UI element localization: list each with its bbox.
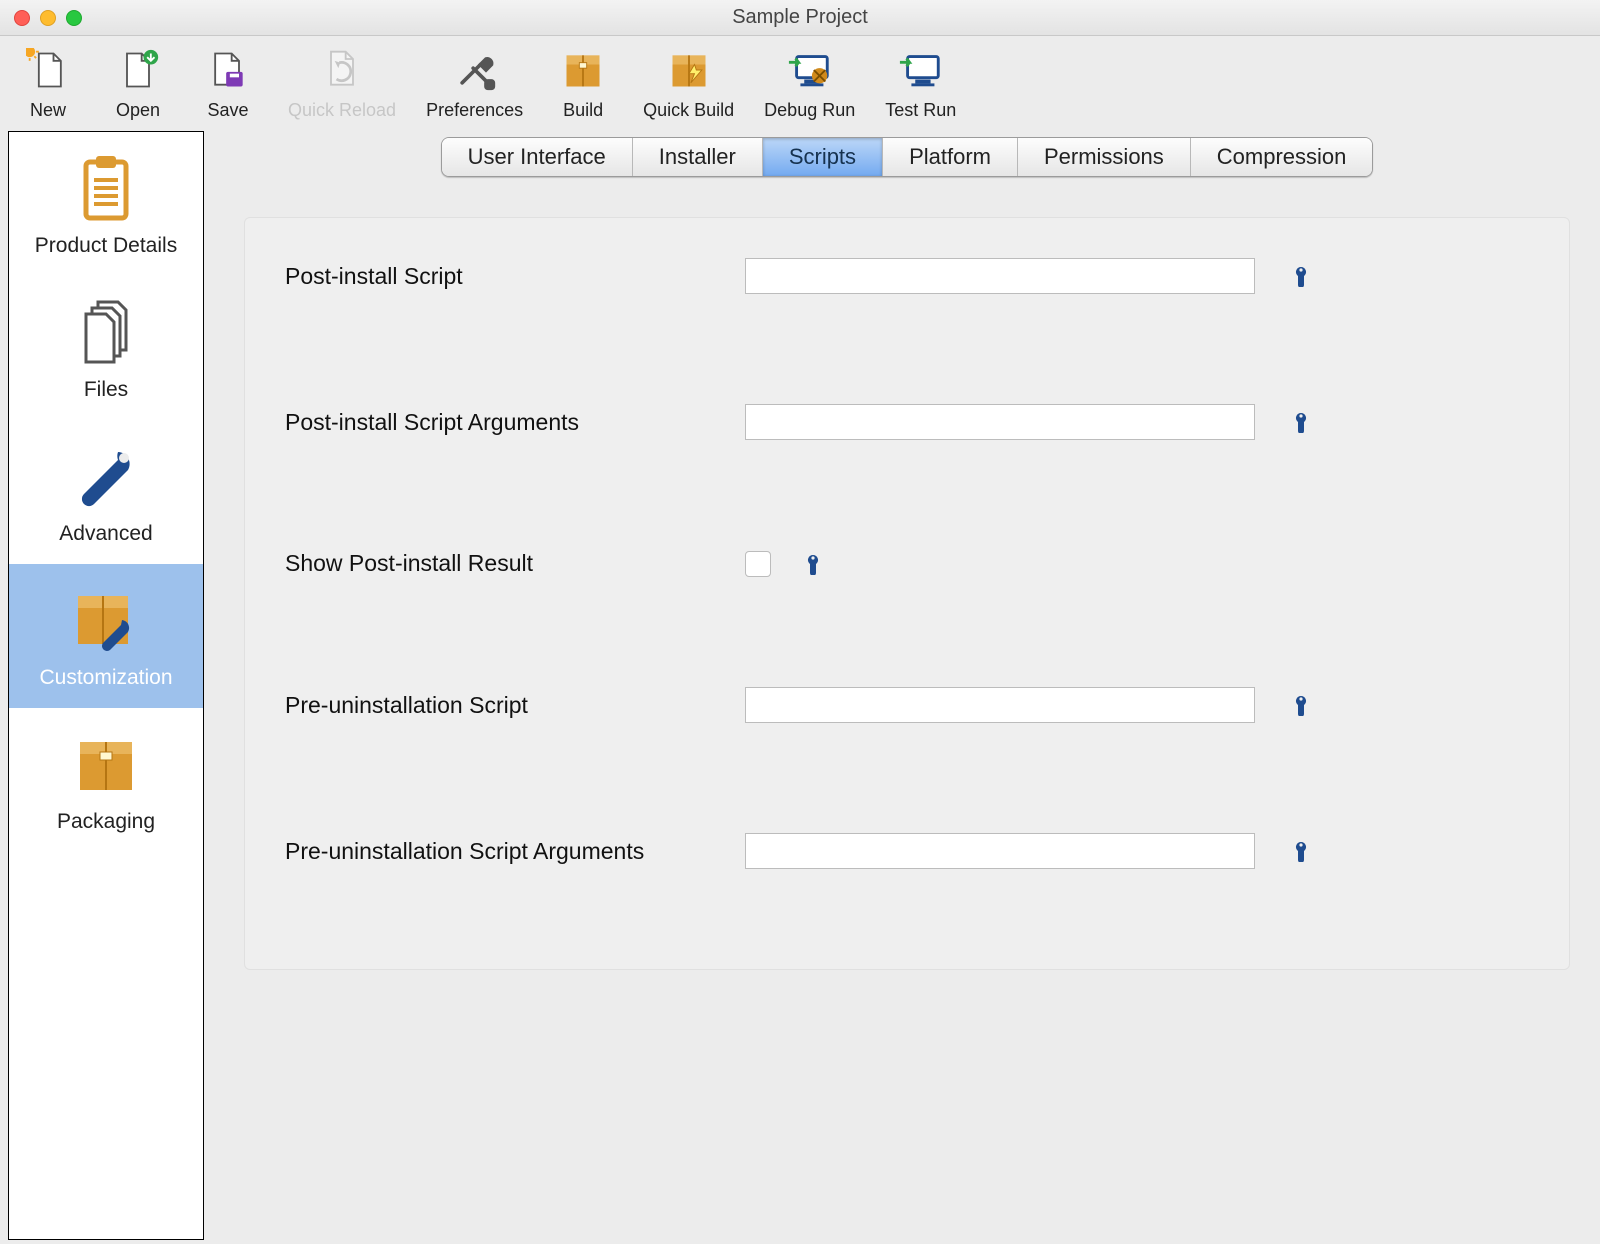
field-label: Post-install Script — [285, 263, 745, 290]
toolbar-label: Debug Run — [764, 100, 855, 121]
debug-run-icon — [786, 46, 834, 94]
tab-bar: User Interface Installer Scripts Platfor… — [441, 137, 1374, 177]
tab-permissions[interactable]: Permissions — [1018, 138, 1191, 176]
toolbar-preferences-button[interactable]: Preferences — [426, 46, 523, 121]
toolbar: New Open Save — [0, 36, 1600, 127]
toolbar-label: Build — [563, 100, 603, 121]
toolbar-build-button[interactable]: Build — [553, 46, 613, 121]
wrench-icon — [64, 442, 148, 512]
tab-platform[interactable]: Platform — [883, 138, 1018, 176]
sidebar-item-files[interactable]: Files — [9, 276, 203, 420]
tab-user-interface[interactable]: User Interface — [442, 138, 633, 176]
pre-uninstall-script-args-input[interactable] — [745, 833, 1255, 869]
sidebar-label: Files — [84, 378, 128, 402]
box-icon — [64, 730, 148, 800]
toolbar-label: Quick Build — [643, 100, 734, 121]
preferences-icon — [451, 46, 499, 94]
new-file-icon — [24, 46, 72, 94]
files-icon — [64, 298, 148, 368]
toolbar-save-button[interactable]: Save — [198, 46, 258, 121]
toolbar-label: Save — [207, 100, 248, 121]
toolbar-open-button[interactable]: Open — [108, 46, 168, 121]
show-post-install-result-checkbox[interactable] — [745, 551, 771, 577]
edit-wrench-icon[interactable] — [1287, 265, 1309, 287]
maximize-window-button[interactable] — [66, 10, 82, 26]
toolbar-new-button[interactable]: New — [18, 46, 78, 121]
sidebar: Product Details Files — [8, 131, 204, 1240]
post-install-script-input[interactable] — [745, 258, 1255, 294]
edit-wrench-icon[interactable] — [799, 553, 821, 575]
sidebar-label: Product Details — [35, 234, 177, 258]
field-label: Show Post-install Result — [285, 550, 745, 577]
row-post-install-script-args: Post-install Script Arguments — [285, 404, 1529, 440]
build-icon — [559, 46, 607, 94]
sidebar-item-customization[interactable]: Customization — [9, 564, 203, 708]
minimize-window-button[interactable] — [40, 10, 56, 26]
sidebar-label: Packaging — [57, 810, 155, 834]
toolbar-test-run-button[interactable]: Test Run — [885, 46, 956, 121]
row-show-post-install-result: Show Post-install Result — [285, 550, 1529, 577]
pre-uninstall-script-input[interactable] — [745, 687, 1255, 723]
field-label: Pre-uninstallation Script — [285, 692, 745, 719]
sidebar-label: Advanced — [59, 522, 152, 546]
close-window-button[interactable] — [14, 10, 30, 26]
tab-installer[interactable]: Installer — [633, 138, 763, 176]
row-post-install-script: Post-install Script — [285, 258, 1529, 294]
window-controls — [14, 10, 82, 26]
row-pre-uninstall-script: Pre-uninstallation Script — [285, 687, 1529, 723]
sidebar-item-product-details[interactable]: Product Details — [9, 132, 203, 276]
sidebar-item-packaging[interactable]: Packaging — [9, 708, 203, 852]
post-install-script-args-input[interactable] — [745, 404, 1255, 440]
titlebar: Sample Project — [0, 0, 1600, 36]
toolbar-label: Test Run — [885, 100, 956, 121]
toolbar-quick-build-button[interactable]: Quick Build — [643, 46, 734, 121]
form-panel: Post-install Script Post-install Script … — [244, 217, 1570, 970]
field-label: Post-install Script Arguments — [285, 409, 745, 436]
edit-wrench-icon[interactable] — [1287, 694, 1309, 716]
field-label: Pre-uninstallation Script Arguments — [285, 838, 745, 865]
sidebar-item-advanced[interactable]: Advanced — [9, 420, 203, 564]
window-title: Sample Project — [0, 6, 1600, 29]
quick-build-icon — [665, 46, 713, 94]
tab-compression[interactable]: Compression — [1191, 138, 1373, 176]
open-file-icon — [114, 46, 162, 94]
toolbar-label: Preferences — [426, 100, 523, 121]
toolbar-label: Open — [116, 100, 160, 121]
save-icon — [204, 46, 252, 94]
toolbar-debug-run-button[interactable]: Debug Run — [764, 46, 855, 121]
tab-scripts[interactable]: Scripts — [763, 138, 883, 176]
sidebar-label: Customization — [39, 666, 172, 690]
toolbar-quick-reload-button: Quick Reload — [288, 46, 396, 121]
row-pre-uninstall-script-args: Pre-uninstallation Script Arguments — [285, 833, 1529, 869]
content-area: User Interface Installer Scripts Platfor… — [204, 127, 1600, 1240]
test-run-icon — [897, 46, 945, 94]
toolbar-label: New — [30, 100, 66, 121]
box-wrench-icon — [64, 586, 148, 656]
clipboard-icon — [64, 154, 148, 224]
edit-wrench-icon[interactable] — [1287, 411, 1309, 433]
reload-icon — [318, 46, 366, 94]
edit-wrench-icon[interactable] — [1287, 840, 1309, 862]
toolbar-label: Quick Reload — [288, 100, 396, 121]
